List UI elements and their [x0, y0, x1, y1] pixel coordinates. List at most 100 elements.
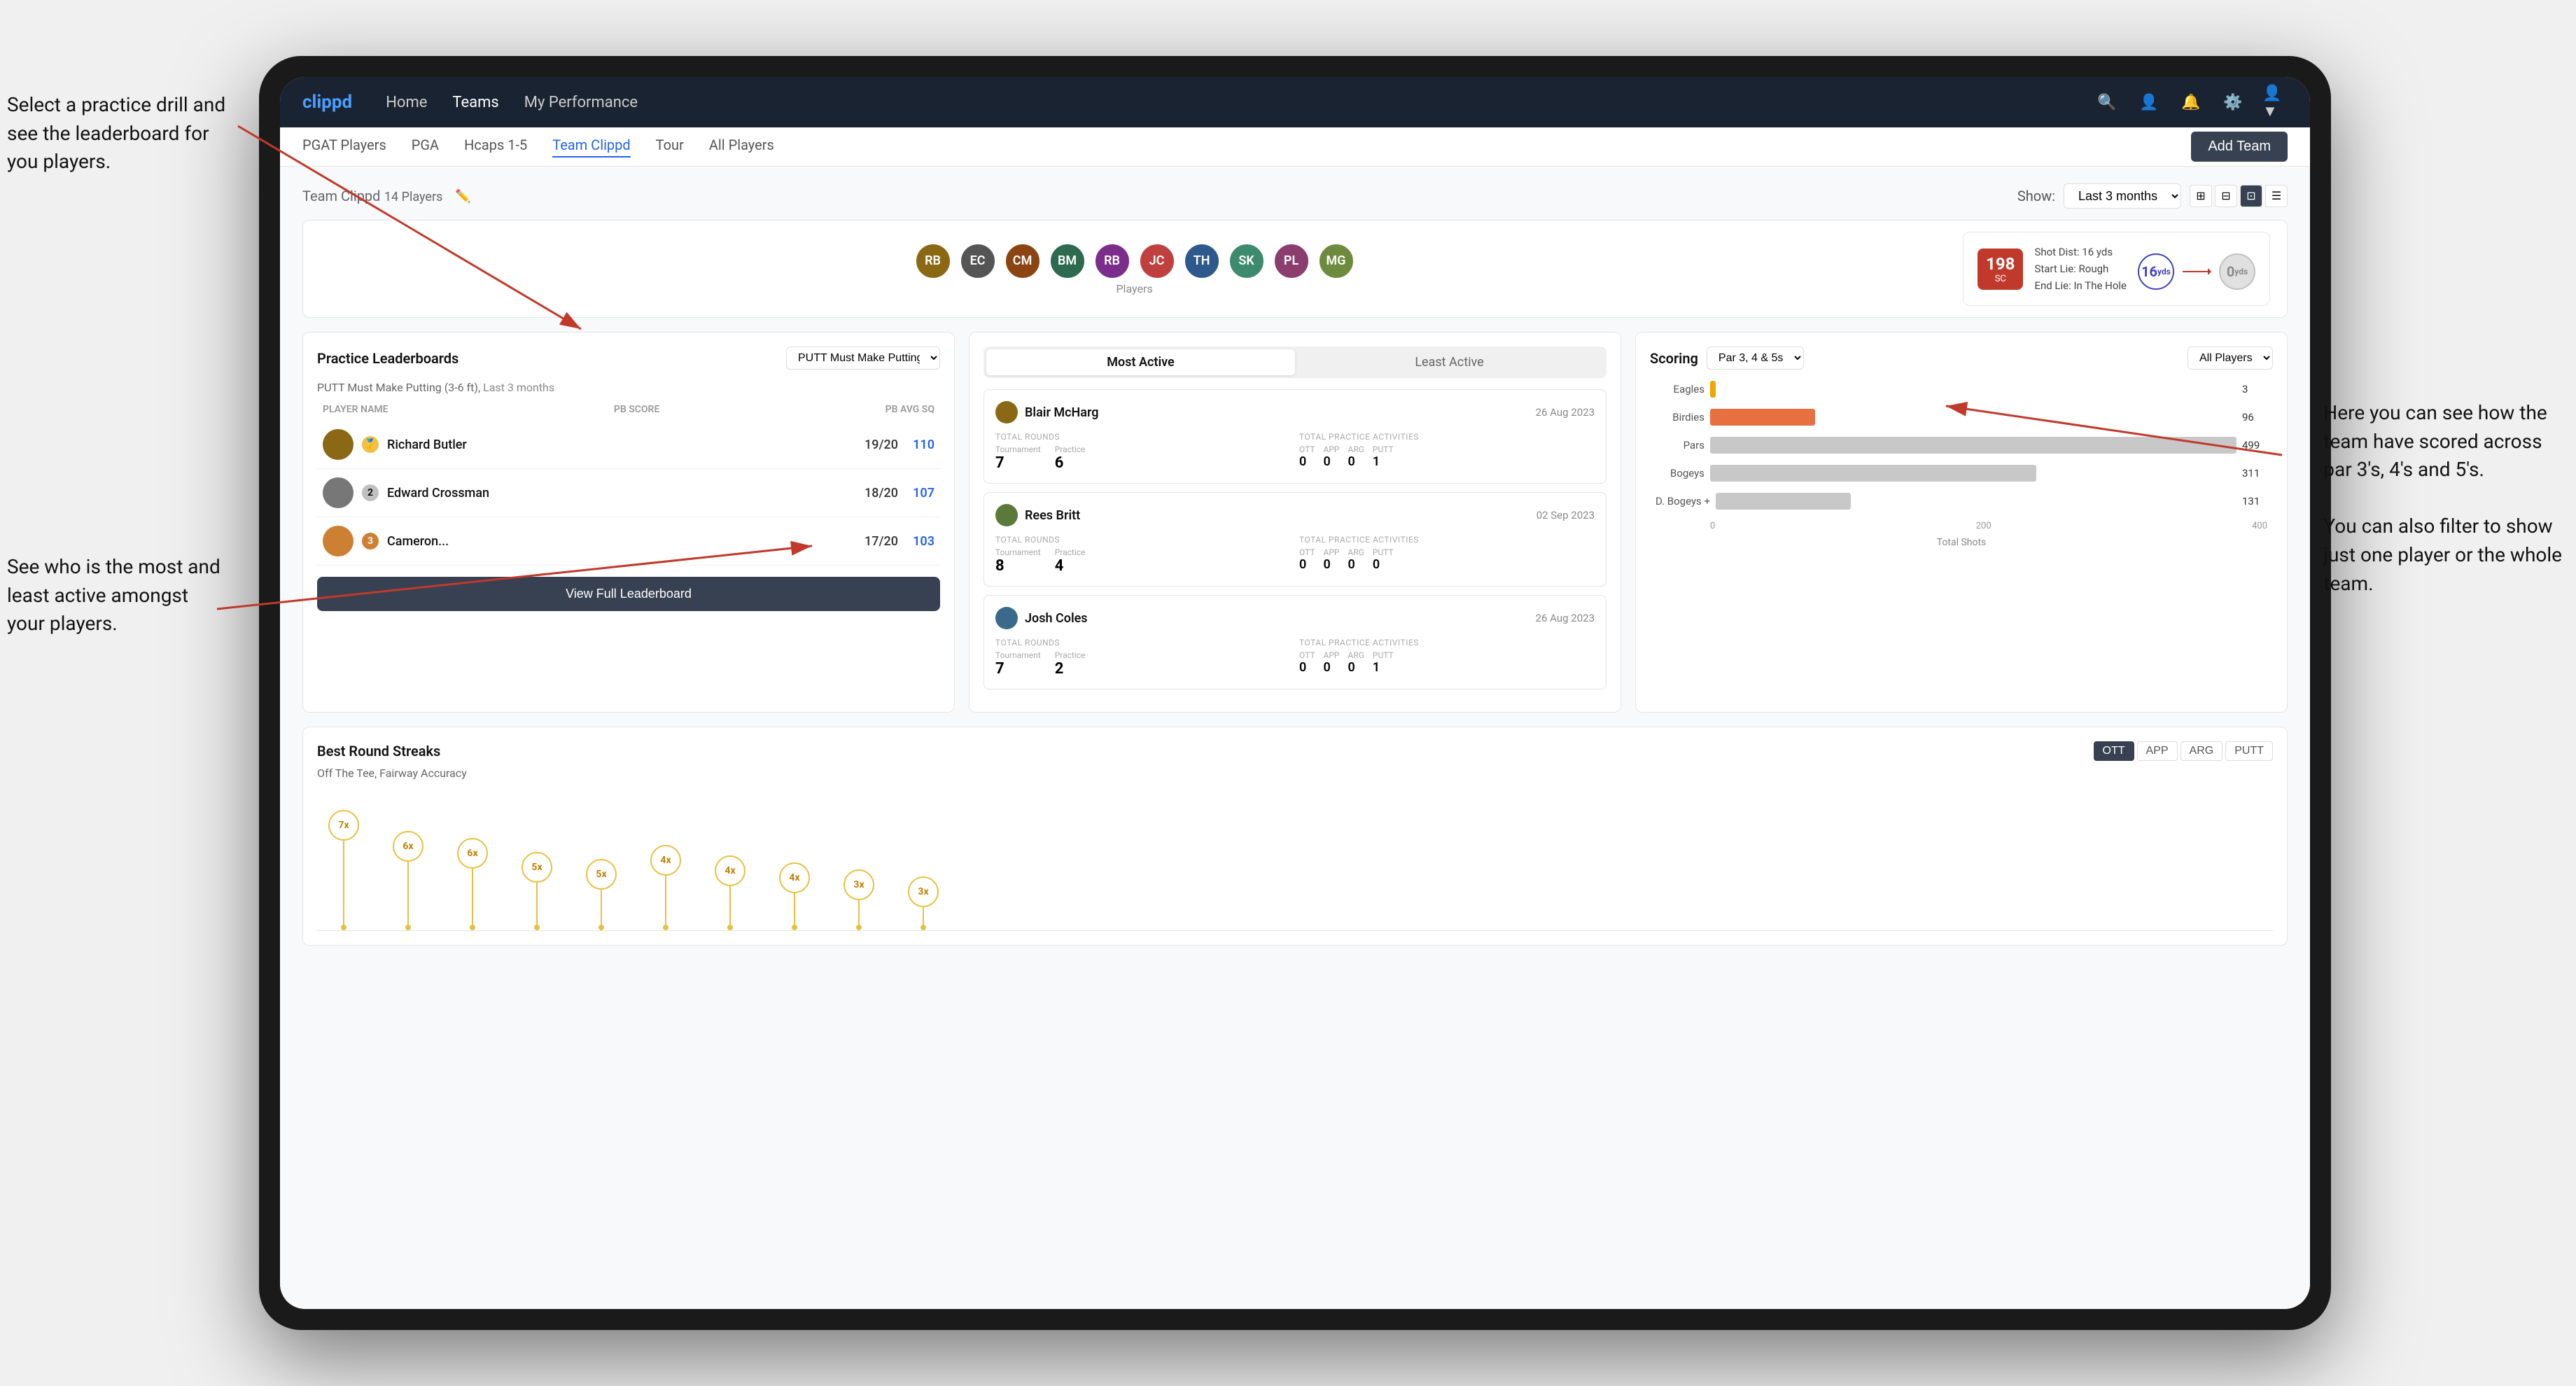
bar-fill [1716, 493, 1851, 510]
view-full-leaderboard-button[interactable]: View Full Leaderboard [317, 577, 940, 611]
streak-dot [727, 925, 733, 930]
bar-container [1710, 409, 2236, 426]
bar-label: Bogeys [1656, 467, 1704, 479]
tournament-label: Tournament [995, 650, 1041, 660]
shot-numbers: 16yds 0yds [2138, 253, 2255, 290]
streak-line [665, 876, 666, 925]
player-avatar-7[interactable]: TH [1184, 243, 1220, 279]
tournament-label: Tournament [995, 444, 1041, 454]
total-rounds-label: Total Rounds [995, 638, 1291, 648]
streak-badge: 6x [393, 831, 424, 862]
player-avatar-8[interactable]: SK [1228, 243, 1265, 279]
user-avatar-icon[interactable]: 👤▼ [2262, 90, 2288, 115]
nav-teams[interactable]: Teams [452, 94, 498, 111]
subnav-pgat[interactable]: PGAT Players [302, 136, 386, 158]
view-grid-md[interactable]: ⊟ [2215, 185, 2237, 207]
navbar-icons: 🔍 👤 🔔 ⚙️ 👤▼ [2094, 90, 2288, 115]
player-avatar-4[interactable]: BM [1049, 243, 1086, 279]
streak-badge: 6x [457, 838, 488, 869]
streaks-filter-btns: OTT APP ARG PUTT [2094, 741, 2273, 761]
player-avatar-3[interactable]: CM [1004, 243, 1041, 279]
player-avatar-9[interactable]: PL [1273, 243, 1310, 279]
player-avatar-10[interactable]: MG [1318, 243, 1354, 279]
subnav-tour[interactable]: Tour [656, 136, 684, 158]
subnav-hcaps[interactable]: Hcaps 1-5 [464, 136, 527, 158]
drill-select[interactable]: PUTT Must Make Putting... [786, 346, 940, 370]
tournament-value: 8 [995, 557, 1041, 575]
practice-label: Practice [1055, 444, 1086, 454]
nav-my-performance[interactable]: My Performance [524, 94, 638, 111]
bar-axis: 0 200 400 [1656, 521, 2267, 531]
view-grid-sm[interactable]: ⊞ [2190, 185, 2212, 207]
scoring-header: Scoring Par 3, 4 & 5s All Players [1650, 346, 2273, 370]
streak-dot [792, 925, 797, 930]
filter-arg[interactable]: ARG [2180, 741, 2223, 761]
practice-value: 4 [1055, 557, 1086, 575]
total-rounds-label: Total Rounds [995, 535, 1291, 545]
subnav-team-clippd[interactable]: Team Clippd [552, 136, 630, 158]
player-avatar-1[interactable]: RB [915, 243, 951, 279]
player-activity-header: Blair McHarg 26 Aug 2023 [995, 401, 1595, 424]
avatar [323, 477, 354, 508]
show-select[interactable]: Last 3 months [2064, 183, 2181, 209]
player-name: Rees Britt [995, 504, 1080, 526]
settings-icon[interactable]: ⚙️ [2220, 90, 2246, 115]
app-logo: clippd [302, 92, 352, 113]
avatar [323, 429, 354, 460]
person-icon[interactable]: 👤 [2136, 90, 2162, 115]
streak-line [923, 907, 924, 925]
filter-putt[interactable]: PUTT [2225, 741, 2273, 761]
par-filter-select[interactable]: Par 3, 4 & 5s [1707, 346, 1804, 370]
search-icon[interactable]: 🔍 [2094, 90, 2120, 115]
total-rounds-label: Total Rounds [995, 432, 1291, 442]
subnav-links: PGAT Players PGA Hcaps 1-5 Team Clippd T… [302, 136, 2191, 158]
player-filter-select[interactable]: All Players [2188, 346, 2273, 370]
players-row-inner: RB EC CM BM RB JC TH SK PL MG Players [320, 232, 2270, 306]
view-list[interactable]: ☰ [2265, 185, 2288, 207]
list-item: Josh Coles 26 Aug 2023 Total Rounds Tour… [983, 595, 1606, 690]
bar-value: 311 [2242, 467, 2267, 479]
shot-to-yds: 0yds [2219, 253, 2255, 290]
nav-home[interactable]: Home [386, 94, 427, 111]
player-avatar-6[interactable]: JC [1139, 243, 1175, 279]
leaderboard-table-header: PLAYER NAME PB SCORE PB AVG SQ [317, 404, 940, 415]
player-avg: 107 [906, 486, 934, 500]
streaks-header: Best Round Streaks OTT APP ARG PUTT [317, 741, 2273, 761]
bar-value: 96 [2242, 411, 2267, 424]
leaderboard-subtitle: PUTT Must Make Putting (3-6 ft), Last 3 … [317, 381, 940, 394]
edit-icon[interactable]: ✏️ [455, 189, 470, 204]
navbar-links: Home Teams My Performance [386, 94, 2094, 111]
practice-label: Practice [1055, 650, 1086, 660]
bar-label: Pars [1656, 439, 1704, 451]
shot-badge-number: 198 [1986, 254, 2015, 274]
filter-app[interactable]: APP [2137, 741, 2178, 761]
streak-line [794, 893, 795, 925]
bar-container [1710, 381, 2236, 398]
player-avg: 110 [906, 438, 934, 452]
bell-icon[interactable]: 🔔 [2178, 90, 2204, 115]
practice-value: 2 [1055, 660, 1086, 678]
filter-ott[interactable]: OTT [2094, 741, 2134, 761]
ipad-screen: clippd Home Teams My Performance 🔍 👤 🔔 ⚙… [280, 77, 2310, 1309]
players-label: Players [1116, 282, 1152, 295]
streak-dot [405, 925, 411, 930]
navbar: clippd Home Teams My Performance 🔍 👤 🔔 ⚙… [280, 77, 2310, 127]
view-grid-lg[interactable]: ⊡ [2240, 185, 2262, 207]
subnav-all-players[interactable]: All Players [709, 136, 774, 158]
player-score: 18/20 [864, 486, 898, 500]
tab-least-active[interactable]: Least Active [1295, 349, 1604, 375]
bar-label: D. Bogeys + [1656, 495, 1710, 507]
rounds-section: Total Rounds Tournament 8 Practice 4 [995, 535, 1291, 575]
three-col: Practice Leaderboards PUTT Must Make Put… [302, 332, 2288, 713]
player-avatar-2[interactable]: EC [960, 243, 996, 279]
subnav-pga[interactable]: PGA [412, 136, 439, 158]
total-practice-label: Total Practice Activities [1299, 432, 1595, 442]
player-avatar-5[interactable]: RB [1094, 243, 1130, 279]
total-practice-label: Total Practice Activities [1299, 638, 1595, 648]
tab-most-active[interactable]: Most Active [986, 349, 1295, 375]
streak-badge: 4x [650, 845, 681, 876]
player-score: 19/20 [864, 438, 898, 452]
view-icons: ⊞ ⊟ ⊡ ☰ [2190, 185, 2288, 207]
add-team-button[interactable]: Add Team [2191, 132, 2288, 162]
avatar [995, 607, 1018, 629]
